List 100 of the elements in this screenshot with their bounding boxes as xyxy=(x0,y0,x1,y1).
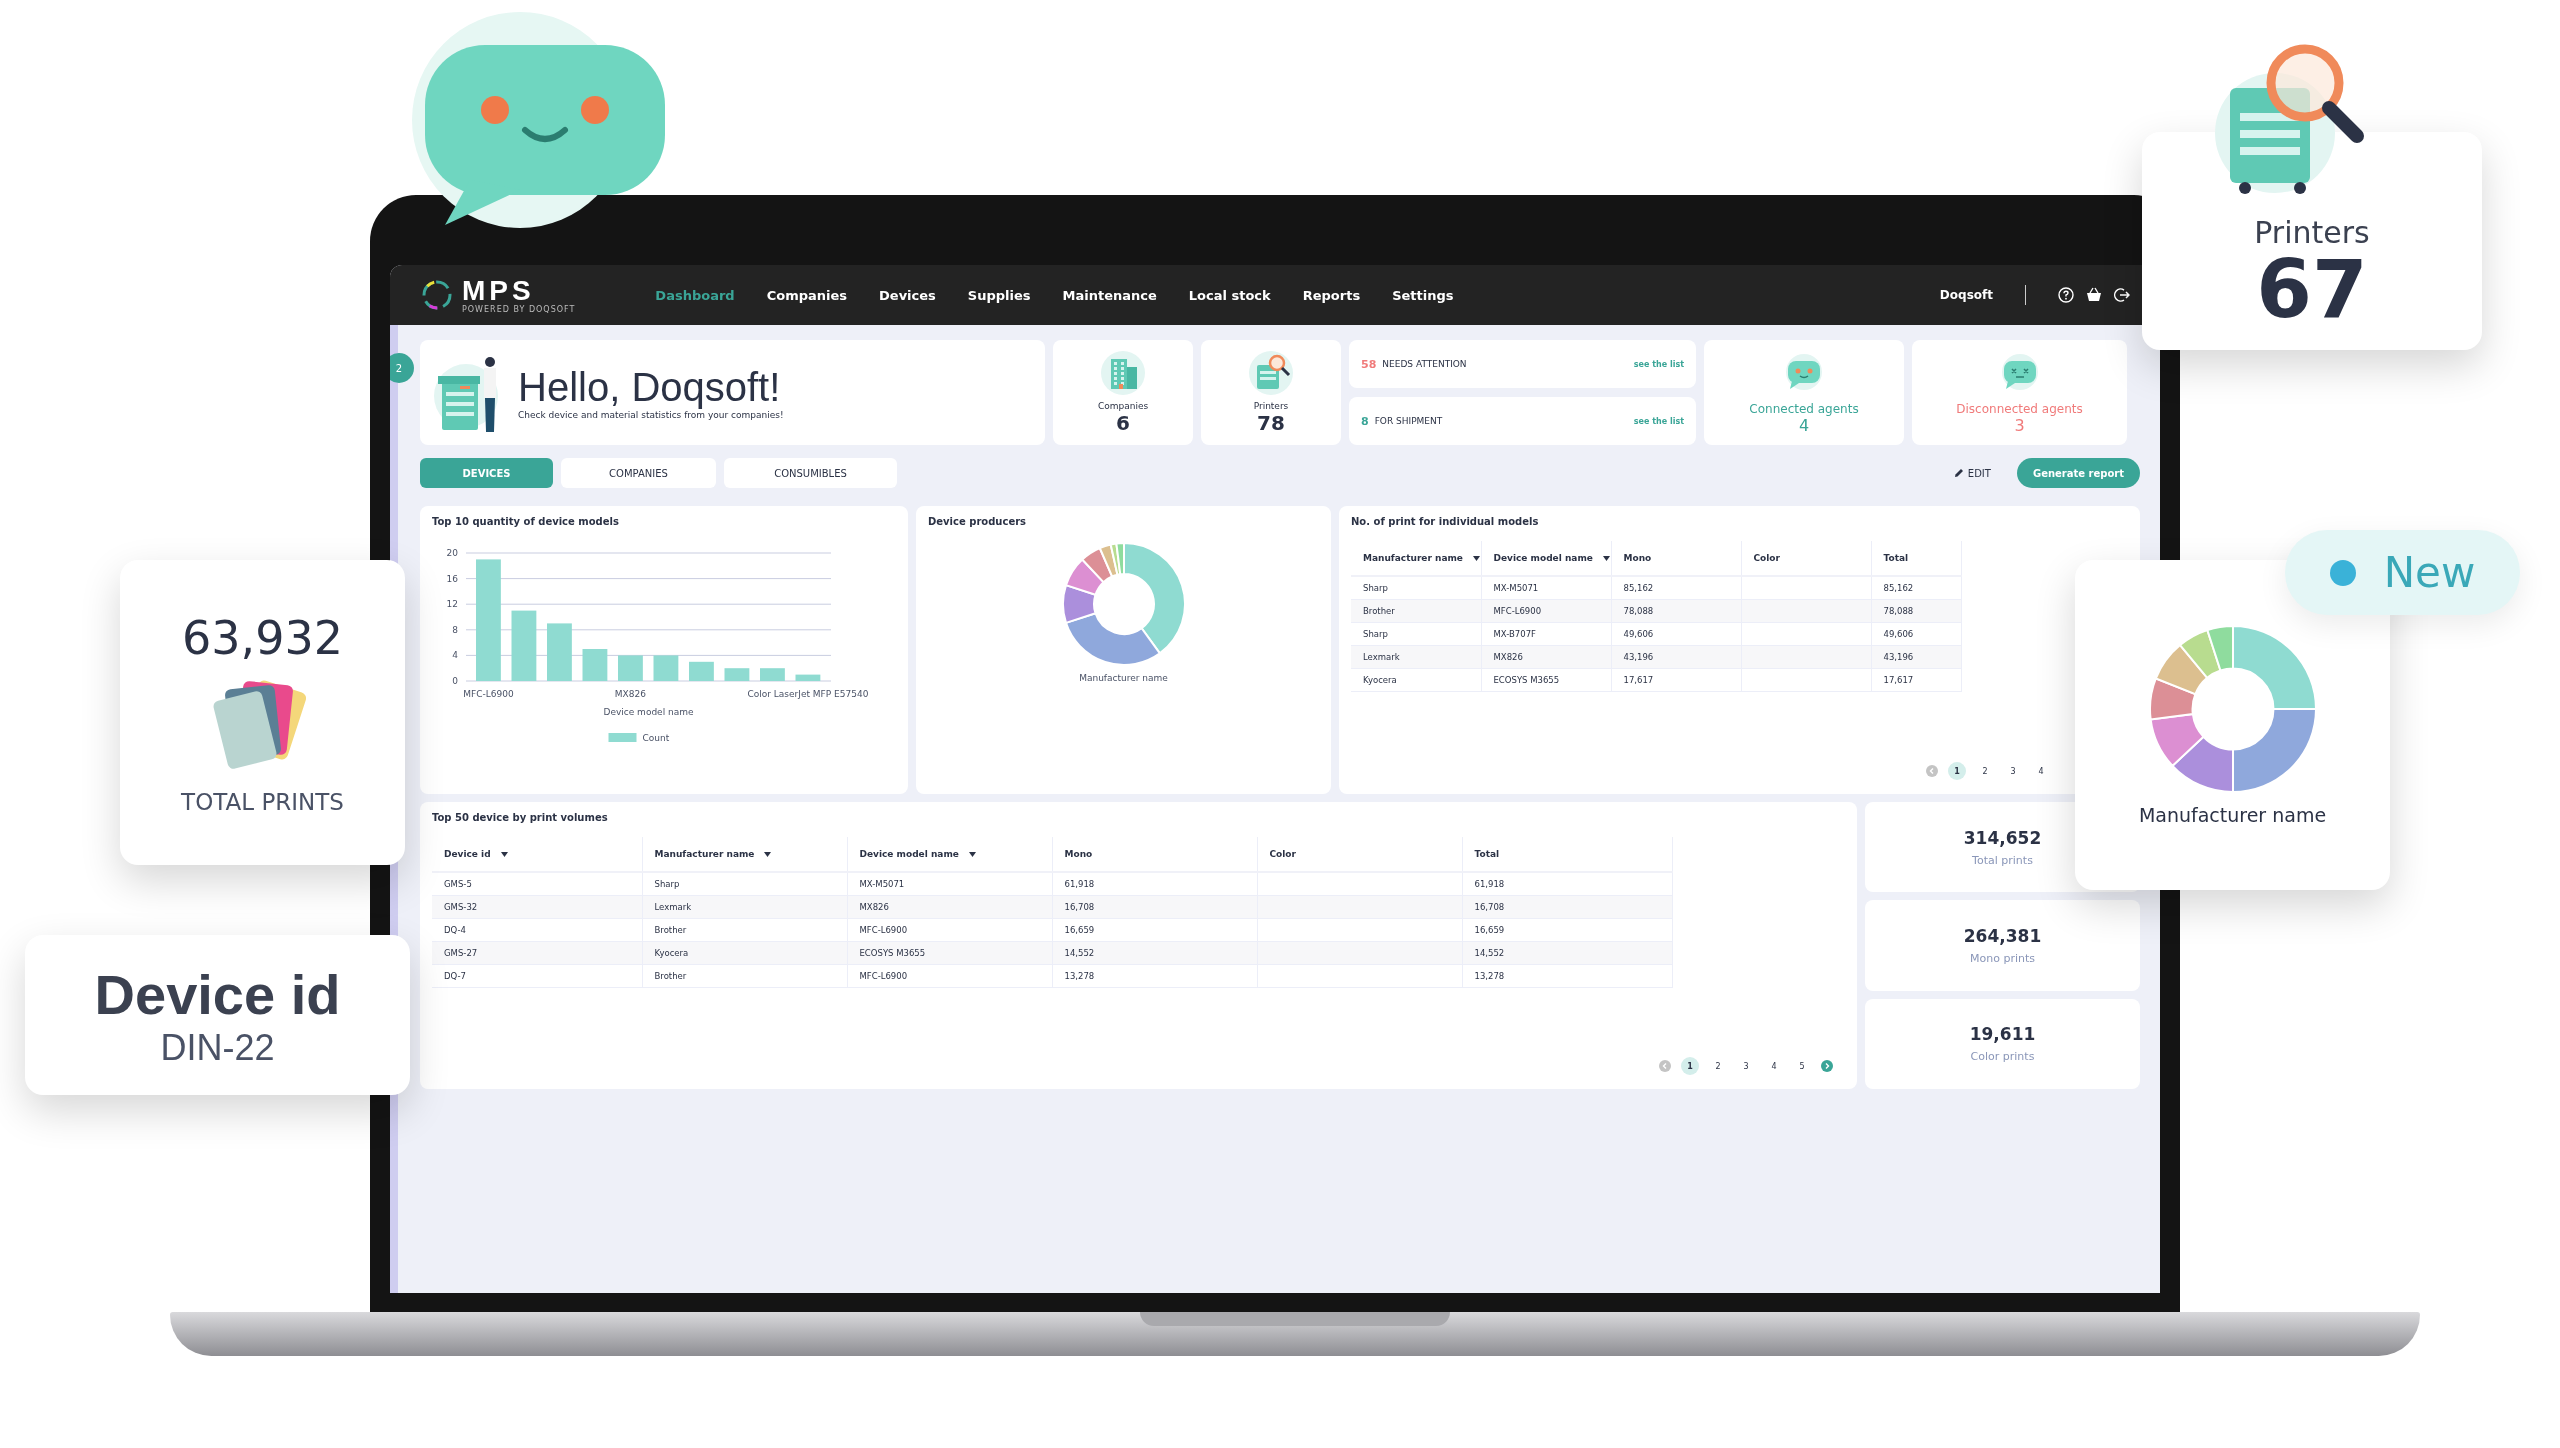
total-label: Total prints xyxy=(1972,853,2033,867)
card-title: Device producers xyxy=(928,516,1028,527)
table-cell: MFC-L6900 xyxy=(1493,606,1542,616)
logo-text: MPS xyxy=(462,276,535,305)
table-cell: Lexmark xyxy=(654,902,692,912)
column-header[interactable]: Mono xyxy=(1052,837,1257,872)
tick-label: 20 xyxy=(446,548,458,558)
table-cell: 49,606 xyxy=(1623,629,1654,639)
table-cell: 14,552 xyxy=(1064,948,1095,958)
table-cell: Brother xyxy=(654,925,687,935)
column-header[interactable]: Device model name xyxy=(847,837,1052,872)
table-cell: MX826 xyxy=(859,902,889,912)
nav-item[interactable]: Reports xyxy=(1302,283,1361,307)
column-header[interactable]: Manufacturer name xyxy=(1351,541,1481,576)
page-button[interactable]: 3 xyxy=(1737,1057,1755,1075)
nav-item[interactable]: Supplies xyxy=(967,283,1031,307)
table-cell: 16,708 xyxy=(1474,902,1505,912)
alert-count: 8 xyxy=(1361,414,1369,428)
table-cell: MX-M5071 xyxy=(859,879,905,889)
stat-label: Companies xyxy=(1097,401,1149,411)
table-cell: 61,918 xyxy=(1064,879,1095,889)
table-cell: DQ-7 xyxy=(444,971,466,981)
column-header[interactable]: Device id xyxy=(432,837,642,872)
total-label: Color prints xyxy=(1970,1050,2035,1064)
category-label: MX826 xyxy=(614,689,646,699)
column-header[interactable]: Color xyxy=(1741,541,1871,576)
table-cell: DQ-4 xyxy=(444,925,466,935)
page-button[interactable]: 2 xyxy=(1709,1057,1727,1075)
card-value: 63,932 xyxy=(182,610,343,665)
nav-item[interactable]: Maintenance xyxy=(1062,283,1157,307)
page-button[interactable]: 4 xyxy=(2032,762,2050,780)
table-cell: ECOSYS M3655 xyxy=(859,948,926,958)
table-cell: 85,162 xyxy=(1623,583,1654,593)
tab[interactable]: CONSUMIBLES xyxy=(724,458,897,488)
card-value: DIN-22 xyxy=(160,1026,275,1069)
total-label: Mono prints xyxy=(1970,952,2035,965)
table-cell: Brother xyxy=(1363,606,1395,616)
chart-caption: Manufacturer name xyxy=(1079,673,1168,683)
table-cell: Sharp xyxy=(654,879,680,889)
nav-item[interactable]: Local stock xyxy=(1188,283,1271,307)
table-cell: 17,617 xyxy=(1883,675,1914,685)
nav-item[interactable]: Devices xyxy=(879,283,936,307)
table-cell: 16,659 xyxy=(1474,925,1505,935)
table-cell: Kyocera xyxy=(1363,675,1397,685)
column-header[interactable]: Total xyxy=(1462,837,1672,872)
table-cell: 78,088 xyxy=(1623,606,1654,616)
card-title: Top 50 device by print volumes xyxy=(432,812,609,823)
page-button[interactable]: 2 xyxy=(1976,762,1994,780)
logo-tagline: POWERED BY DOQSOFT xyxy=(462,304,576,314)
card-label: Printers xyxy=(2254,215,2370,250)
table-cell: 14,552 xyxy=(1474,948,1505,958)
alert-label: NEEDS ATTENTION xyxy=(1382,359,1467,369)
table-cell: 49,606 xyxy=(1883,629,1914,639)
page-button[interactable]: 1 xyxy=(1681,1057,1699,1075)
tab[interactable]: COMPANIES xyxy=(561,458,716,488)
table-cell: ECOSYS M3655 xyxy=(1493,675,1560,685)
tick-label: 12 xyxy=(446,599,458,610)
agent-label: Connected agents xyxy=(1749,402,1859,416)
nav-item[interactable]: Companies xyxy=(766,283,848,307)
table-cell: MX826 xyxy=(1493,652,1523,662)
agent-count: 3 xyxy=(2014,416,2025,435)
page-button[interactable]: 4 xyxy=(1765,1057,1783,1075)
legend-label: Count xyxy=(642,733,670,743)
table-cell: 43,196 xyxy=(1623,652,1654,662)
table-cell: Kyocera xyxy=(654,948,689,958)
card-label: TOTAL PRINTS xyxy=(181,788,344,815)
card-title: Top 10 quantity of device models xyxy=(432,516,620,527)
edit-button[interactable]: EDIT xyxy=(1947,466,1997,480)
page-button[interactable]: 5 xyxy=(1793,1057,1811,1075)
column-header[interactable]: Total xyxy=(1871,541,1961,576)
table-cell: 85,162 xyxy=(1883,583,1914,593)
table-cell: 13,278 xyxy=(1064,971,1095,981)
table-cell: Sharp xyxy=(1363,629,1388,639)
nav-item[interactable]: Dashboard xyxy=(655,283,735,307)
stat-label: Printers xyxy=(1253,401,1289,411)
table-cell: 13,278 xyxy=(1474,971,1505,981)
column-header[interactable]: Mono xyxy=(1611,541,1741,576)
table-cell: 78,088 xyxy=(1883,606,1914,616)
table-cell: 17,617 xyxy=(1623,675,1654,685)
total-value: 314,652 xyxy=(1963,827,2042,848)
column-header[interactable]: Manufacturer name xyxy=(642,837,847,872)
nav-item[interactable]: Settings xyxy=(1392,283,1454,307)
table-cell: 43,196 xyxy=(1883,652,1914,662)
tick-label: 0 xyxy=(452,676,458,686)
page-button[interactable]: 3 xyxy=(2004,762,2022,780)
page-button[interactable]: 1 xyxy=(1948,762,1966,780)
table-cell: Brother xyxy=(654,971,687,981)
tick-label: 8 xyxy=(452,624,458,635)
alert-count: 58 xyxy=(1361,357,1377,371)
greeting-title: Hello, Doqsoft! xyxy=(518,365,782,410)
total-value: 19,611 xyxy=(1969,1024,2036,1045)
column-header[interactable]: Color xyxy=(1257,837,1462,872)
table-cell: MFC-L6900 xyxy=(859,971,908,981)
user-name[interactable]: Doqsoft xyxy=(1939,288,1993,302)
table-cell: GMS-32 xyxy=(444,902,478,912)
badge-label: New xyxy=(2383,548,2476,597)
table-cell: Lexmark xyxy=(1363,652,1400,662)
column-header[interactable]: Device model name xyxy=(1481,541,1611,576)
table-cell: GMS-5 xyxy=(444,879,472,889)
greeting-subtitle: Check device and material statistics from your companies! xyxy=(518,410,784,420)
